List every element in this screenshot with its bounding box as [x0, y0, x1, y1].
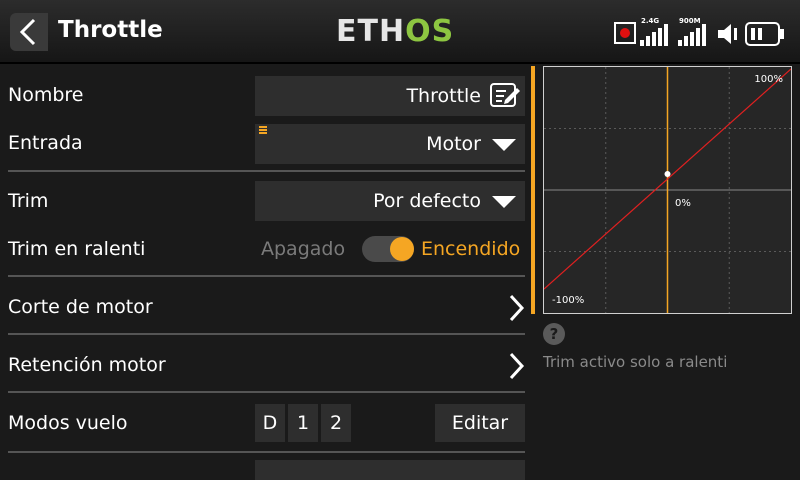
- toggle-knob: [390, 237, 414, 261]
- source-list-icon: [259, 126, 267, 135]
- section-divider: [8, 391, 525, 393]
- help-text: Trim activo solo a ralenti: [543, 353, 728, 371]
- trim-label: Trim: [8, 190, 49, 212]
- name-field[interactable]: Throttle: [255, 76, 525, 116]
- logo-prefix: ETH: [336, 14, 406, 49]
- input-dropdown[interactable]: Motor: [255, 124, 525, 164]
- input-value: Motor: [426, 133, 481, 155]
- section-divider: [8, 170, 525, 172]
- idle-trim-on-label: Encendido: [421, 238, 521, 260]
- graph-center-label: 0%: [675, 198, 691, 209]
- record-dot: [620, 28, 630, 38]
- name-label: Nombre: [8, 84, 84, 106]
- record-icon: [614, 22, 636, 44]
- header-divider: [0, 62, 800, 64]
- chevron-right-icon[interactable]: [505, 293, 525, 323]
- motor-cut-label: Corte de motor: [8, 296, 153, 318]
- trim-value: Por defecto: [373, 190, 481, 212]
- motor-hold-label: Retención motor: [8, 354, 166, 376]
- flight-mode-default[interactable]: D: [255, 404, 285, 442]
- ethos-logo: ETHOS: [336, 14, 454, 49]
- signal-900m-icon: [678, 24, 706, 46]
- input-label: Entrada: [8, 132, 83, 154]
- flight-modes-label: Modos vuelo: [8, 412, 128, 434]
- name-value: Throttle: [406, 85, 481, 107]
- graph-max-label: 100%: [754, 74, 783, 85]
- trim-dropdown[interactable]: Por defecto: [255, 181, 525, 221]
- next-field[interactable]: [255, 460, 525, 480]
- page-title: Throttle: [58, 17, 163, 43]
- edit-button[interactable]: Editar: [435, 404, 525, 442]
- output-curve-graph: 100% 0% -100%: [543, 66, 792, 314]
- back-button[interactable]: [10, 13, 48, 51]
- curve-point: [664, 171, 671, 177]
- logo-suffix: OS: [405, 14, 455, 49]
- idle-trim-toggle[interactable]: [362, 236, 414, 262]
- chevron-left-icon: [19, 18, 36, 46]
- idle-trim-label: Trim en ralenti: [8, 238, 146, 260]
- section-divider: [8, 333, 525, 335]
- question-icon[interactable]: ?: [543, 323, 565, 345]
- flight-mode-1[interactable]: 1: [288, 404, 318, 442]
- scroll-indicator: [531, 66, 535, 314]
- flight-mode-2[interactable]: 2: [321, 404, 351, 442]
- dropdown-arrow-icon: [492, 196, 516, 208]
- chevron-right-icon[interactable]: [505, 351, 525, 381]
- battery-icon: [745, 22, 784, 46]
- idle-trim-off-label: Apagado: [261, 238, 346, 260]
- dropdown-arrow-icon: [492, 139, 516, 151]
- signal-24g-icon: [640, 24, 668, 46]
- edit-text-icon: [490, 83, 520, 107]
- section-divider: [8, 275, 525, 277]
- curve-plot: [544, 67, 791, 313]
- graph-min-label: -100%: [552, 295, 585, 306]
- section-divider: [8, 451, 525, 453]
- speaker-icon[interactable]: [716, 22, 742, 46]
